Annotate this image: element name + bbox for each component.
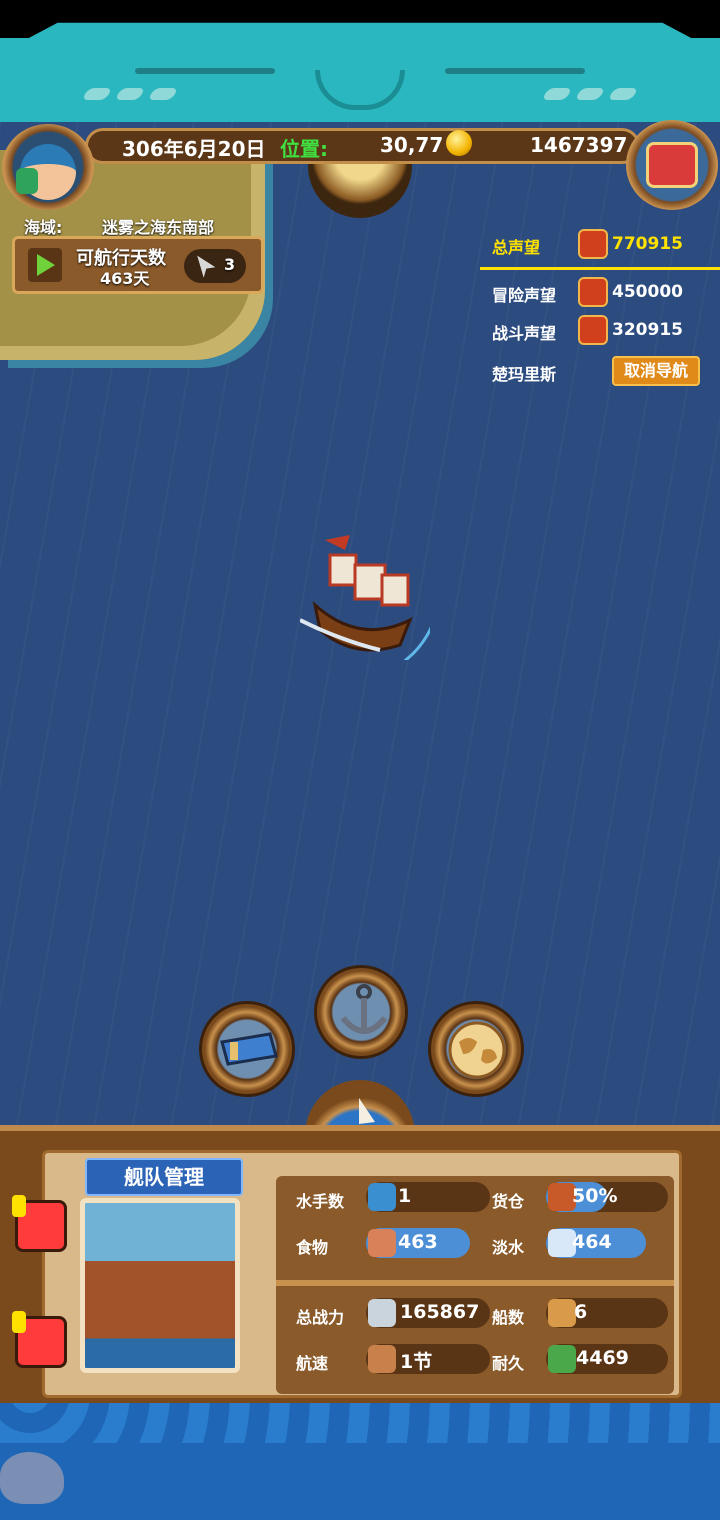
cursor-count: 3 <box>224 255 236 274</box>
food-label: 食物 <box>296 1238 329 1257</box>
power-label: 总战力 <box>296 1308 345 1327</box>
sea-area-label: 海域: <box>24 218 63 237</box>
adventure-reputation-icon <box>578 277 608 307</box>
sailors-value: 1 <box>398 1185 412 1207</box>
battle-reputation-label: 战斗声望 <box>492 324 557 343</box>
spyglass-button[interactable] <box>199 1001 295 1097</box>
top-frame <box>0 0 720 122</box>
sailor-icon <box>368 1183 396 1211</box>
frame-dash <box>114 88 146 100</box>
water-value: 464 <box>572 1231 612 1253</box>
auto-nav-button[interactable] <box>184 249 246 283</box>
fleet-ship-cutaway-image[interactable] <box>80 1198 240 1373</box>
player-ship[interactable] <box>300 530 430 660</box>
speed-value: 1节 <box>400 1351 433 1373</box>
gold-value: 1467397 <box>530 133 628 157</box>
screen-notch <box>0 0 720 38</box>
total-reputation-value: 770915 <box>612 234 683 254</box>
water-label: 淡水 <box>492 1238 525 1257</box>
sailboat-speed-icon <box>368 1345 396 1373</box>
cargo-label: 货仓 <box>492 1192 525 1211</box>
battle-reputation-value: 320915 <box>612 320 683 340</box>
fleet-stats-divider <box>276 1280 674 1286</box>
bottom-frame <box>0 1403 720 1520</box>
sailable-days-value: 463天 <box>100 269 150 288</box>
gold-coin-icon <box>446 130 472 156</box>
ship-alert-button[interactable] <box>12 1311 67 1368</box>
adventure-reputation-label: 冒险声望 <box>492 286 557 305</box>
adventure-reputation-value: 450000 <box>612 282 683 302</box>
crew-alert-button[interactable] <box>12 1195 67 1252</box>
anchor-icon <box>340 984 388 1034</box>
food-value: 463 <box>398 1231 438 1253</box>
exclamation-icon <box>12 1195 26 1217</box>
exclamation-icon <box>12 1311 26 1333</box>
world-map-button[interactable] <box>428 1001 524 1097</box>
anchor-button[interactable] <box>314 965 408 1059</box>
battle-reputation-icon <box>578 315 608 345</box>
treasure-chest-button[interactable] <box>626 120 718 210</box>
frame-brow-right <box>445 68 585 74</box>
durability-label: 耐久 <box>492 1354 525 1373</box>
frame-dash <box>81 88 113 100</box>
frame-dash <box>574 88 606 100</box>
treasure-chest-icon <box>646 142 698 188</box>
frame-mouth <box>315 70 405 110</box>
meat-icon <box>368 1229 396 1257</box>
repair-icon <box>548 1345 576 1373</box>
destination-name: 楚玛里斯 <box>492 365 557 384</box>
power-value: 165867 <box>400 1301 480 1323</box>
reputation-divider <box>480 267 720 270</box>
captain-avatar[interactable] <box>2 124 94 210</box>
avatar-hair <box>16 168 38 194</box>
sea-area-value: 迷雾之海东南部 <box>102 218 215 237</box>
date-text: 306年6月20日 <box>122 137 266 161</box>
frame-brow-left <box>135 68 275 74</box>
ships-label: 船数 <box>492 1308 525 1327</box>
frame-dash <box>147 88 179 100</box>
cargo-value: 50% <box>572 1185 618 1207</box>
sailors-label: 水手数 <box>296 1192 345 1211</box>
total-reputation-label: 总声望 <box>492 238 541 257</box>
total-reputation-icon <box>578 229 608 259</box>
ships-value: 6 <box>574 1301 588 1323</box>
speed-label: 航速 <box>296 1354 329 1373</box>
crossed-swords-icon <box>368 1299 396 1327</box>
durability-value: 4469 <box>576 1347 629 1369</box>
play-icon-button[interactable] <box>28 248 62 282</box>
spyglass-icon <box>220 1032 278 1066</box>
wave-pattern <box>0 1403 720 1443</box>
frame-dash <box>607 88 639 100</box>
position-value: 30,77 <box>380 133 444 157</box>
ship-icon <box>548 1299 576 1327</box>
frame-dash <box>541 88 573 100</box>
position-label: 位置: <box>280 137 328 161</box>
cancel-navigation-button[interactable]: 取消导航 <box>612 356 700 386</box>
fleet-management-tab[interactable]: 舰队管理 <box>85 1158 243 1196</box>
globe-icon <box>448 1021 506 1079</box>
